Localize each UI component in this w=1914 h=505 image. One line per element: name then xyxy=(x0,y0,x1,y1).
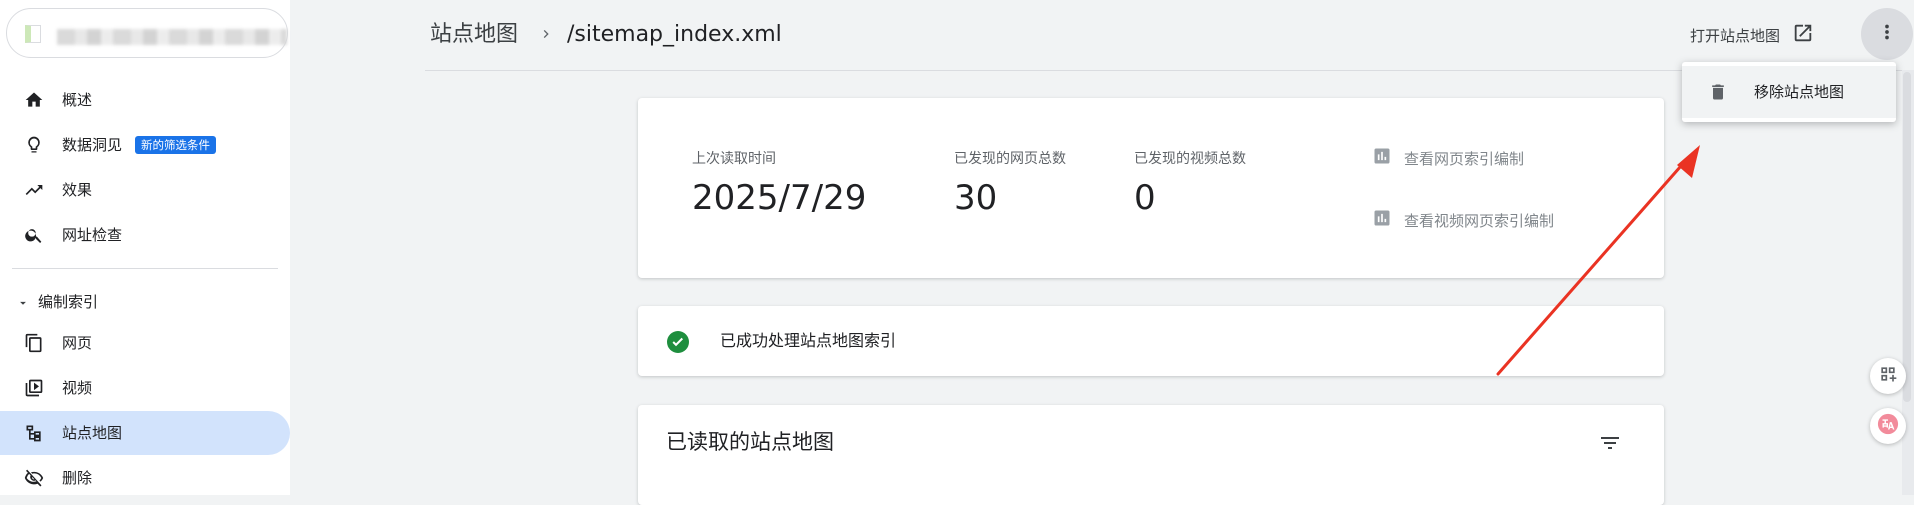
bar-chart-icon xyxy=(1372,208,1392,232)
videos-found-value: 0 xyxy=(1134,178,1156,218)
pages-found-label: 已发现的网页总数 xyxy=(954,151,1066,167)
property-selector[interactable] xyxy=(6,8,288,58)
sidebar-item-videos[interactable]: 视频 xyxy=(0,366,290,410)
property-name-redacted xyxy=(57,29,287,45)
sitemap-icon xyxy=(24,423,44,443)
view-page-indexing-label: 查看网页索引编制 xyxy=(1404,149,1525,168)
breadcrumb-root-link[interactable]: 站点地图 xyxy=(430,20,518,50)
sidebar-item-removals[interactable]: 删除 xyxy=(0,456,290,500)
translate-widget-button[interactable] xyxy=(1870,408,1906,444)
pages-found-stat: 已发现的网页总数 30 xyxy=(954,150,1066,218)
last-read-value: 2025/7/29 xyxy=(692,178,867,218)
page-title: /sitemap_index.xml xyxy=(567,22,782,47)
sidebar-item-insights[interactable]: 数据洞见 新的筛选条件 xyxy=(0,123,290,167)
sidebar-section-label: 编制索引 xyxy=(38,293,99,311)
sidebar-item-pages[interactable]: 网页 xyxy=(0,321,290,365)
open-sitemap-label: 打开站点地图 xyxy=(1690,26,1781,45)
filter-icon[interactable] xyxy=(1598,431,1622,455)
more-options-button[interactable] xyxy=(1861,8,1913,60)
sidebar-item-performance[interactable]: 效果 xyxy=(0,168,290,212)
site-favicon-icon xyxy=(25,25,41,43)
view-page-indexing-link[interactable]: 查看网页索引编制 xyxy=(1372,146,1524,170)
sidebar-item-label: 概述 xyxy=(62,91,93,109)
sidebar-section-indexing[interactable]: 编制索引 xyxy=(0,284,290,320)
last-read-stat: 上次读取时间 2025/7/29 xyxy=(692,150,866,218)
view-video-indexing-link[interactable]: 查看视频网页索引编制 xyxy=(1372,208,1554,232)
trending-up-icon xyxy=(24,180,44,200)
visibility-off-icon xyxy=(24,468,44,488)
last-read-label: 上次读取时间 xyxy=(692,151,776,167)
remove-sitemap-label: 移除站点地图 xyxy=(1754,83,1845,101)
check-circle-icon xyxy=(666,330,690,354)
home-icon xyxy=(24,90,44,110)
sitemap-stats-card: 上次读取时间 2025/7/29 已发现的网页总数 30 已发现的视频总数 0 … xyxy=(638,98,1664,278)
sidebar-item-label: 网址检查 xyxy=(62,226,123,244)
read-sitemaps-title: 已读取的站点地图 xyxy=(666,430,834,454)
page-header: 站点地图 /sitemap_index.xml 打开站点地图 xyxy=(290,0,1914,70)
lightbulb-icon xyxy=(24,135,44,155)
videos-found-label: 已发现的视频总数 xyxy=(1134,151,1246,167)
apps-widget-button[interactable] xyxy=(1870,358,1906,394)
scrollbar-thumb[interactable] xyxy=(1903,72,1911,402)
sidebar-item-sitemaps[interactable]: 站点地图 xyxy=(0,411,290,455)
pages-icon xyxy=(24,333,44,353)
trash-icon xyxy=(1708,82,1728,102)
video-icon xyxy=(24,378,44,398)
sidebar-item-overview[interactable]: 概述 xyxy=(0,78,290,122)
sidebar-item-label: 站点地图 xyxy=(62,424,123,442)
sidebar-item-label: 删除 xyxy=(62,469,93,487)
status-message: 已成功处理站点地图索引 xyxy=(720,331,897,350)
sidebar-item-label: 效果 xyxy=(62,181,93,199)
chevron-right-icon xyxy=(538,26,554,42)
translate-icon xyxy=(1877,413,1899,439)
open-in-new-icon xyxy=(1792,22,1814,48)
more-vert-icon xyxy=(1876,21,1898,47)
search-icon xyxy=(24,225,44,245)
read-sitemaps-card: 已读取的站点地图 xyxy=(638,405,1664,505)
open-sitemap-button[interactable]: 打开站点地图 xyxy=(1690,22,1814,48)
caret-down-icon xyxy=(16,295,30,309)
bar-chart-icon xyxy=(1372,146,1392,170)
apps-icon xyxy=(1878,364,1898,388)
new-filters-badge: 新的筛选条件 xyxy=(135,136,216,154)
sitemap-status-card: 已成功处理站点地图索引 xyxy=(638,306,1664,376)
sidebar-divider xyxy=(12,268,278,269)
sidebar-item-label: 视频 xyxy=(62,379,93,397)
sidebar: 概述 数据洞见 新的筛选条件 效果 网址检查 编制索引 网页 视频 站点地图 删… xyxy=(0,0,290,495)
sidebar-item-label: 网页 xyxy=(62,334,93,352)
remove-sitemap-menu-item[interactable]: 移除站点地图 xyxy=(1682,66,1896,118)
sidebar-item-label: 数据洞见 xyxy=(62,136,123,154)
more-options-menu: 移除站点地图 xyxy=(1682,62,1896,122)
videos-found-stat: 已发现的视频总数 0 xyxy=(1134,150,1246,218)
view-video-indexing-label: 查看视频网页索引编制 xyxy=(1404,211,1555,230)
pages-found-value: 30 xyxy=(954,178,998,218)
sidebar-item-url-inspection[interactable]: 网址检查 xyxy=(0,213,290,257)
